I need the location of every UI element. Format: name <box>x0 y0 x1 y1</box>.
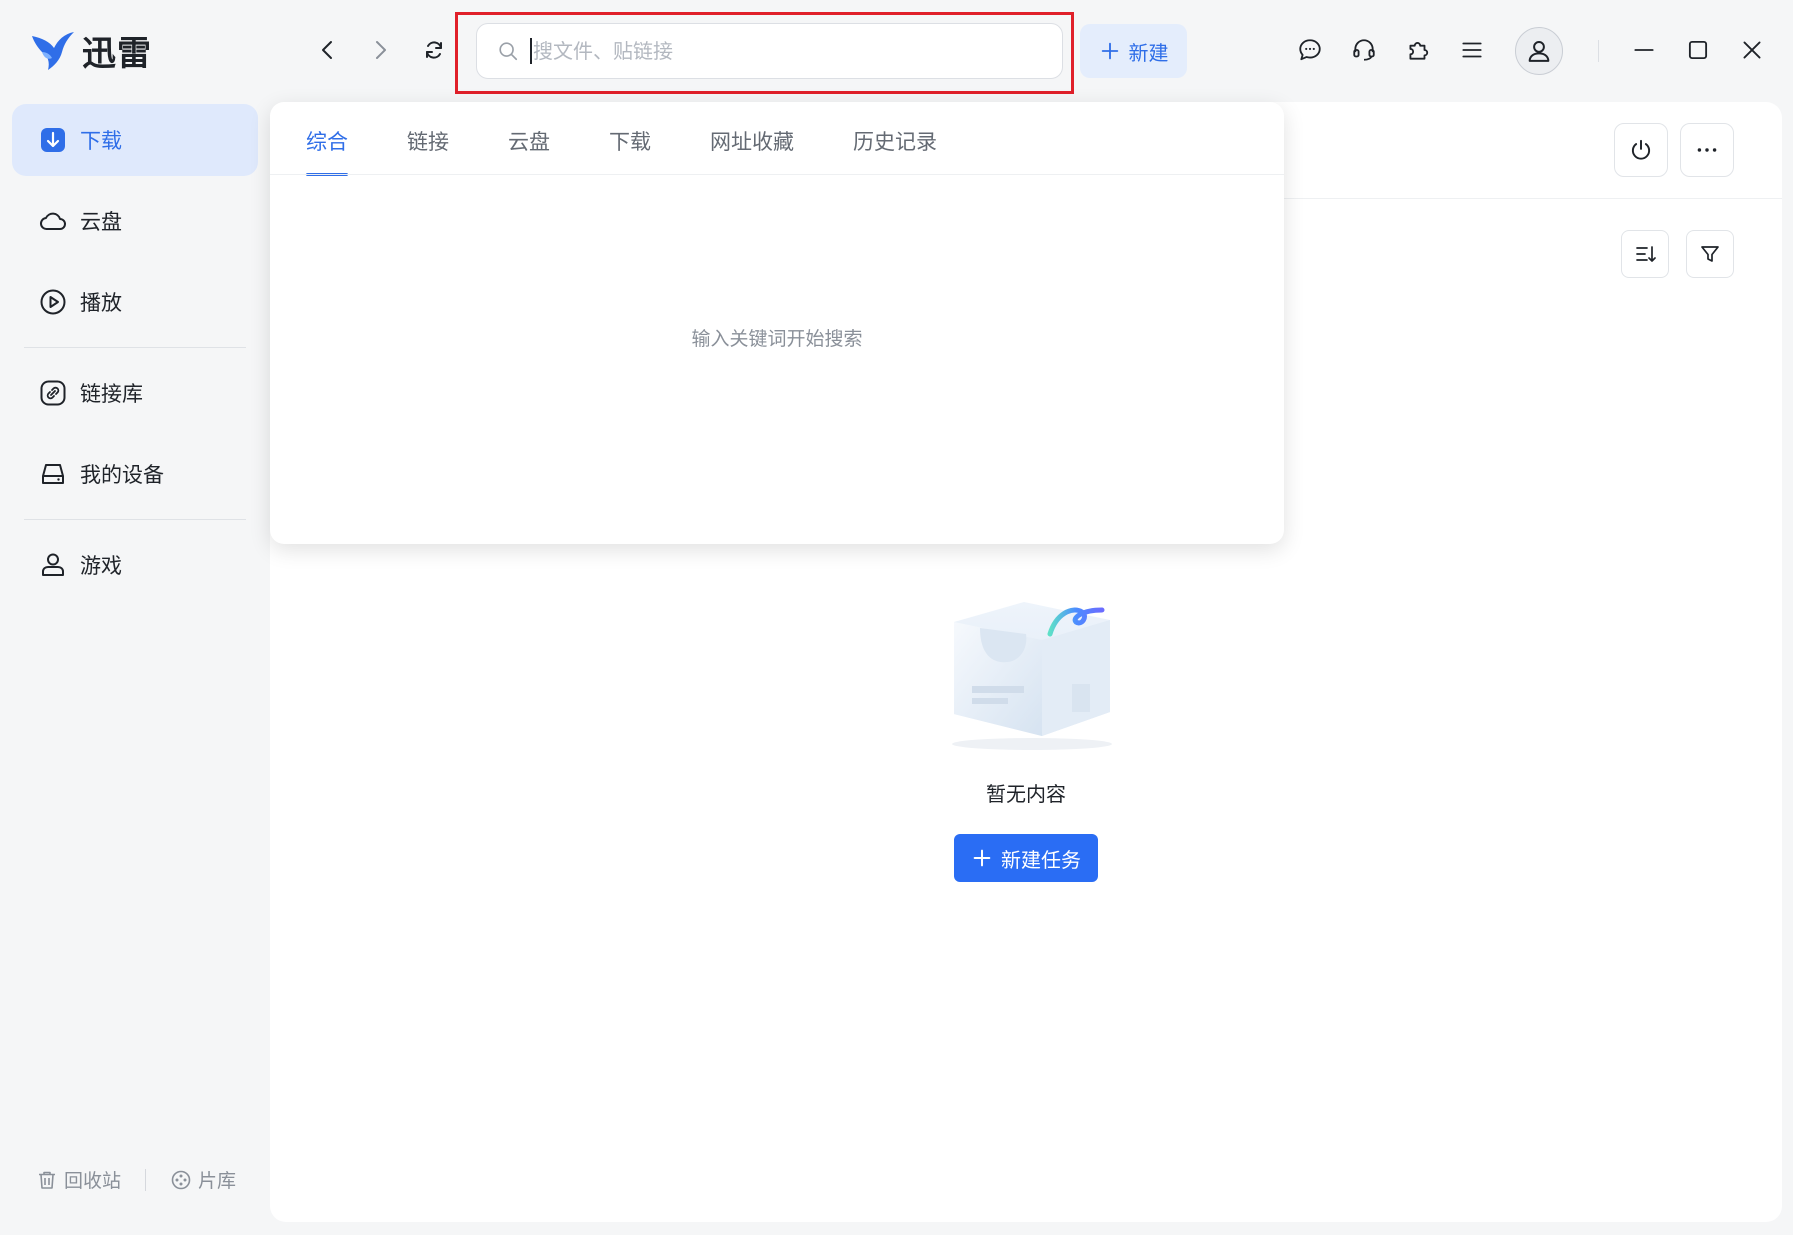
empty-state-text: 暂无内容 <box>986 782 1066 806</box>
app-logo: 迅雷 <box>30 26 152 75</box>
sidebar-item-label: 链接库 <box>80 382 143 406</box>
search-input[interactable] <box>533 39 1013 63</box>
thunder-bird-logo-icon <box>32 31 74 70</box>
sidebar-item-download[interactable]: 下载 <box>12 104 258 176</box>
recycle-bin-link[interactable]: 回收站 <box>36 1166 121 1193</box>
filter-icon <box>1701 246 1719 262</box>
search-tabs: 综合 链接 云盘 下载 网址收藏 历史记录 <box>306 126 996 176</box>
app-name: 迅雷 <box>82 34 152 74</box>
back-button[interactable] <box>310 32 346 68</box>
game-icon <box>42 553 64 576</box>
sidebar-item-link-library[interactable]: 链接库 <box>12 357 258 429</box>
user-avatar[interactable] <box>1515 27 1563 75</box>
tab-history[interactable]: 历史记录 <box>853 126 937 176</box>
device-icon <box>42 464 64 484</box>
search-dropdown: 综合 链接 云盘 下载 网址收藏 历史记录 输入关键词开始搜索 <box>270 102 1284 544</box>
puzzle-icon <box>1409 42 1429 60</box>
text-caret <box>530 38 532 64</box>
chat-bubble-icon <box>1299 39 1321 61</box>
refresh-button[interactable] <box>416 32 452 68</box>
plugins-button[interactable] <box>1400 32 1436 68</box>
sidebar-bottom-links: 回收站 片库 <box>36 1166 236 1193</box>
download-icon <box>41 128 65 152</box>
search-icon <box>499 42 518 61</box>
sidebar-item-play[interactable]: 播放 <box>12 266 258 338</box>
refresh-icon <box>426 41 442 59</box>
sidebar-item-games[interactable]: 游戏 <box>12 529 258 601</box>
chevron-left-icon <box>322 41 332 59</box>
tab-download[interactable]: 下载 <box>609 126 651 176</box>
window-controls-separator <box>1598 40 1599 62</box>
forward-button[interactable] <box>362 32 398 68</box>
bottom-links-separator <box>145 1168 147 1191</box>
trash-icon <box>39 1171 55 1189</box>
tabs-divider <box>270 174 1284 175</box>
sidebar-item-my-devices[interactable]: 我的设备 <box>12 438 258 510</box>
sidebar-divider <box>24 519 246 520</box>
film-library-link[interactable]: 片库 <box>170 1166 236 1193</box>
hamburger-menu-icon <box>1462 42 1482 58</box>
play-icon <box>40 289 66 315</box>
sort-icon <box>1636 246 1656 262</box>
sidebar-divider <box>24 347 246 348</box>
menu-button[interactable] <box>1454 32 1490 68</box>
film-icon <box>171 1170 191 1189</box>
message-button[interactable] <box>1292 32 1328 68</box>
search-hint-text: 输入关键词开始搜索 <box>691 328 863 350</box>
cloud-icon <box>40 212 66 230</box>
tab-all[interactable]: 综合 <box>306 126 348 176</box>
filter-button[interactable] <box>1686 230 1734 278</box>
sidebar-item-label: 游戏 <box>80 554 122 578</box>
maximize-icon <box>1688 40 1708 60</box>
chevron-right-icon <box>376 41 386 59</box>
headset-icon <box>1353 39 1375 61</box>
close-icon <box>1743 41 1761 59</box>
sort-button[interactable] <box>1621 230 1669 278</box>
sidebar-item-label: 播放 <box>80 291 122 315</box>
film-library-label: 片库 <box>198 1170 237 1192</box>
minimize-button[interactable] <box>1626 32 1662 68</box>
sidebar-item-label: 云盘 <box>80 210 122 234</box>
new-button[interactable]: 新建 <box>1080 24 1187 78</box>
empty-box-illustration <box>952 602 1112 750</box>
sidebar-item-cloud[interactable]: 云盘 <box>12 185 258 257</box>
tab-links[interactable]: 链接 <box>407 126 449 176</box>
user-icon <box>1528 41 1550 62</box>
power-button[interactable] <box>1614 123 1668 177</box>
tab-bookmarks[interactable]: 网址收藏 <box>710 126 794 176</box>
sidebar-item-label: 下载 <box>80 129 122 153</box>
recycle-bin-label: 回收站 <box>64 1170 122 1192</box>
create-task-label: 新建任务 <box>1001 847 1081 872</box>
tab-cloud[interactable]: 云盘 <box>508 126 550 176</box>
plus-icon <box>973 849 991 867</box>
support-button[interactable] <box>1346 32 1382 68</box>
new-button-label: 新建 <box>1128 40 1169 65</box>
close-button[interactable] <box>1734 32 1770 68</box>
maximize-button[interactable] <box>1680 32 1716 68</box>
search-box[interactable] <box>476 23 1063 79</box>
create-task-button[interactable]: 新建任务 <box>954 834 1098 882</box>
power-icon <box>1631 139 1651 160</box>
minimize-icon <box>1634 49 1654 51</box>
more-dots-icon <box>1697 148 1717 152</box>
link-icon <box>40 380 66 406</box>
sidebar-item-label: 我的设备 <box>80 463 164 487</box>
more-button[interactable] <box>1680 123 1734 177</box>
plus-icon <box>1101 42 1118 60</box>
